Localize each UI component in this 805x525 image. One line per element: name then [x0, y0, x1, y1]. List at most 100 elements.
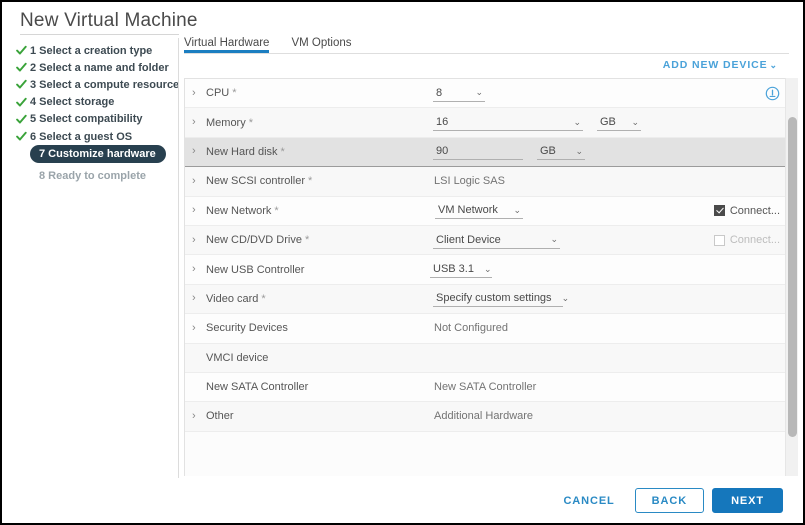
- device-row-value-cell: LSI Logic SAS: [430, 175, 788, 187]
- device-row[interactable]: › New Hard disk * 90 GB ⌄: [185, 137, 788, 168]
- chevron-right-icon[interactable]: ›: [192, 87, 206, 99]
- device-row-label-cell: › New SCSI controller *: [185, 175, 430, 187]
- device-row[interactable]: › New Network * VM Network ⌄ Connect...: [185, 196, 788, 226]
- device-row[interactable]: › Other Additional Hardware: [185, 402, 788, 432]
- sidebar-step-5[interactable]: 5 Select compatibility: [16, 111, 142, 128]
- device-row-value-cell: USB 3.1 ⌄: [430, 261, 788, 279]
- device-row-label-cell: › New USB Controller: [185, 264, 430, 276]
- sidebar-step-label: 6 Select a guest OS: [30, 130, 133, 143]
- add-new-device-label: ADD NEW DEVICE: [662, 59, 768, 71]
- device-row-value-cell: Not Configured: [430, 322, 788, 334]
- device-row[interactable]: › Memory * 16 ⌄ GB ⌄: [185, 108, 788, 138]
- device-name-label: CPU: [206, 87, 230, 100]
- required-asterisk: *: [248, 116, 254, 129]
- chevron-right-icon[interactable]: ›: [192, 205, 206, 216]
- required-asterisk: *: [304, 234, 310, 247]
- device-value-select[interactable]: 16 ⌄: [433, 114, 583, 132]
- device-name-label: New Hard disk: [206, 145, 278, 158]
- step-complete-check-icon: [16, 131, 30, 142]
- tab-vm-options[interactable]: VM Options: [291, 37, 351, 53]
- next-button[interactable]: NEXT: [712, 488, 783, 513]
- back-button[interactable]: BACK: [634, 488, 705, 513]
- device-row[interactable]: › New CD/DVD Drive * Client Device ⌄ Connect.…: [185, 225, 788, 256]
- device-value-select[interactable]: Client Device ⌄: [433, 232, 560, 249]
- tab-bar: Virtual Hardware VM Options: [179, 31, 803, 53]
- sidebar-step-label: 5 Select compatibility: [30, 113, 143, 126]
- device-value-label: 8: [436, 86, 443, 99]
- device-value-input[interactable]: 90: [433, 143, 523, 161]
- device-unit-select[interactable]: GB ⌄: [537, 143, 585, 161]
- device-value-select[interactable]: USB 3.1 ⌄: [430, 261, 492, 279]
- chevron-down-icon: ⌄: [631, 116, 639, 127]
- dialog-footer: CANCEL BACK NEXT: [2, 478, 803, 523]
- device-name-label: Security Devices: [206, 322, 288, 335]
- device-name-label: Video card: [206, 292, 259, 305]
- content-panel: Virtual Hardware VM Options ADD NEW DEVIC…: [179, 31, 803, 480]
- device-row[interactable]: › Security Devices Not Configured: [185, 314, 788, 344]
- chevron-down-icon: ⌄: [575, 145, 583, 156]
- sidebar-step-3[interactable]: 3 Select a compute resource: [16, 76, 179, 93]
- chevron-down-icon: ⌄: [561, 292, 570, 303]
- required-asterisk: *: [261, 292, 266, 305]
- device-value-select[interactable]: 8 ⌄: [433, 85, 485, 102]
- chevron-down-icon: ⌄: [483, 263, 492, 274]
- device-value-text: Not Configured: [434, 322, 508, 335]
- device-value-select[interactable]: Specify custom settings ⌄: [433, 290, 569, 308]
- sidebar-step-label: 7 Customize hardware: [39, 148, 156, 161]
- tab-virtual-hardware[interactable]: Virtual Hardware: [184, 37, 270, 53]
- device-value-select[interactable]: VM Network ⌄: [435, 202, 523, 220]
- device-row-label-cell: New SATA Controller: [185, 381, 430, 393]
- device-row-value-cell: Additional Hardware: [430, 410, 788, 422]
- chevron-down-icon: ⌄: [550, 234, 558, 245]
- device-name-label: Memory: [206, 116, 246, 129]
- sidebar-step-1[interactable]: 1 Select a creation type: [16, 42, 152, 59]
- device-table-scrollbar[interactable]: [785, 78, 798, 476]
- chevron-right-icon[interactable]: ›: [192, 293, 206, 304]
- device-row[interactable]: › New SCSI controller * LSI Logic SAS: [185, 167, 788, 197]
- sidebar-step-4[interactable]: 4 Select storage: [16, 94, 114, 111]
- new-virtual-machine-dialog: New Virtual Machine 1 Select a creation …: [0, 0, 805, 525]
- sidebar-step-6[interactable]: 6 Select a guest OS: [16, 128, 132, 145]
- device-name-label: New SCSI controller: [206, 175, 306, 188]
- device-row[interactable]: › New USB Controller USB 3.1 ⌄: [185, 255, 788, 285]
- scrollbar-thumb[interactable]: [788, 117, 797, 437]
- connect-checkbox-group[interactable]: Connect...: [713, 205, 780, 217]
- info-icon[interactable]: [765, 86, 780, 101]
- connect-checkbox[interactable]: [713, 205, 725, 217]
- chevron-right-icon[interactable]: ›: [192, 175, 206, 187]
- chevron-right-icon[interactable]: ›: [192, 410, 206, 422]
- device-value-label: 90: [436, 145, 449, 158]
- device-row[interactable]: › Video card * Specify custom settings ⌄: [185, 284, 788, 315]
- sidebar-step-7[interactable]: 7 Customize hardware: [30, 145, 166, 164]
- device-name-label: New USB Controller: [206, 263, 305, 276]
- chevron-down-icon: ⌄: [513, 204, 521, 215]
- chevron-right-icon[interactable]: ›: [192, 322, 206, 334]
- device-value-label: Client Device: [436, 233, 501, 246]
- required-asterisk: *: [274, 204, 279, 217]
- connect-checkbox-group[interactable]: Connect...: [713, 234, 780, 246]
- sidebar-step-label: 4 Select storage: [30, 96, 115, 109]
- device-row[interactable]: New SATA Controller New SATA Controller: [185, 372, 788, 403]
- step-complete-check-icon: [16, 45, 30, 56]
- step-complete-check-icon: [16, 114, 30, 125]
- chevron-right-icon[interactable]: ›: [192, 264, 206, 275]
- device-name-label: Other: [206, 410, 234, 423]
- chevron-right-icon[interactable]: ›: [192, 146, 206, 157]
- sidebar-step-8[interactable]: 8 Ready to complete: [30, 167, 155, 184]
- sidebar-step-2[interactable]: 2 Select a name and folder: [16, 59, 169, 76]
- sidebar-step-label: 1 Select a creation type: [30, 44, 153, 57]
- required-asterisk: *: [308, 175, 313, 188]
- device-row-label-cell: › Video card *: [185, 293, 430, 305]
- add-new-device-button[interactable]: ADD NEW DEVICE ⌄: [663, 59, 778, 71]
- chevron-right-icon[interactable]: ›: [192, 117, 206, 128]
- device-name-label: New SATA Controller: [206, 381, 309, 394]
- device-value-text: LSI Logic SAS: [434, 175, 505, 188]
- device-row-label-cell: › Other: [185, 410, 430, 422]
- chevron-right-icon[interactable]: ›: [192, 234, 206, 246]
- cancel-button[interactable]: CANCEL: [549, 488, 628, 513]
- device-row-label-cell: › CPU *: [185, 87, 430, 99]
- device-name-label: New CD/DVD Drive: [206, 234, 302, 247]
- device-row[interactable]: › CPU * 8 ⌄: [185, 79, 788, 109]
- device-unit-select[interactable]: GB ⌄: [597, 114, 641, 132]
- device-row[interactable]: VMCI device: [185, 343, 788, 373]
